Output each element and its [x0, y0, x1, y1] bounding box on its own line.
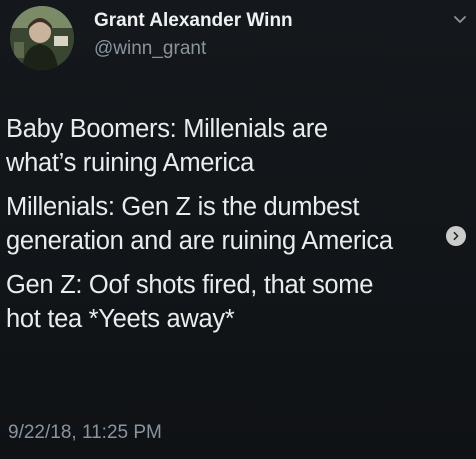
author-display-name[interactable]: Grant Alexander Winn	[94, 10, 293, 32]
author-handle[interactable]: @winn_grant	[94, 38, 206, 60]
tweet-timestamp[interactable]: 9/22/18, 11:25 PM	[8, 422, 162, 444]
chevron-right-icon[interactable]	[446, 226, 466, 246]
chevron-down-icon[interactable]	[452, 12, 468, 28]
tweet-line-boomers: Baby Boomers: Millenials are what’s ruin…	[6, 115, 328, 177]
tweet-line-millenials: Millenials: Gen Z is the dumbest generat…	[6, 193, 393, 255]
tweet-body: Baby Boomers: Millenials are what’s ruin…	[6, 112, 468, 346]
avatar[interactable]	[10, 6, 74, 70]
tweet-line-genz: Gen Z: Oof shots fired, that some hot te…	[6, 271, 374, 333]
tweet-card: Grant Alexander Winn @winn_grant Baby Bo…	[0, 0, 476, 459]
